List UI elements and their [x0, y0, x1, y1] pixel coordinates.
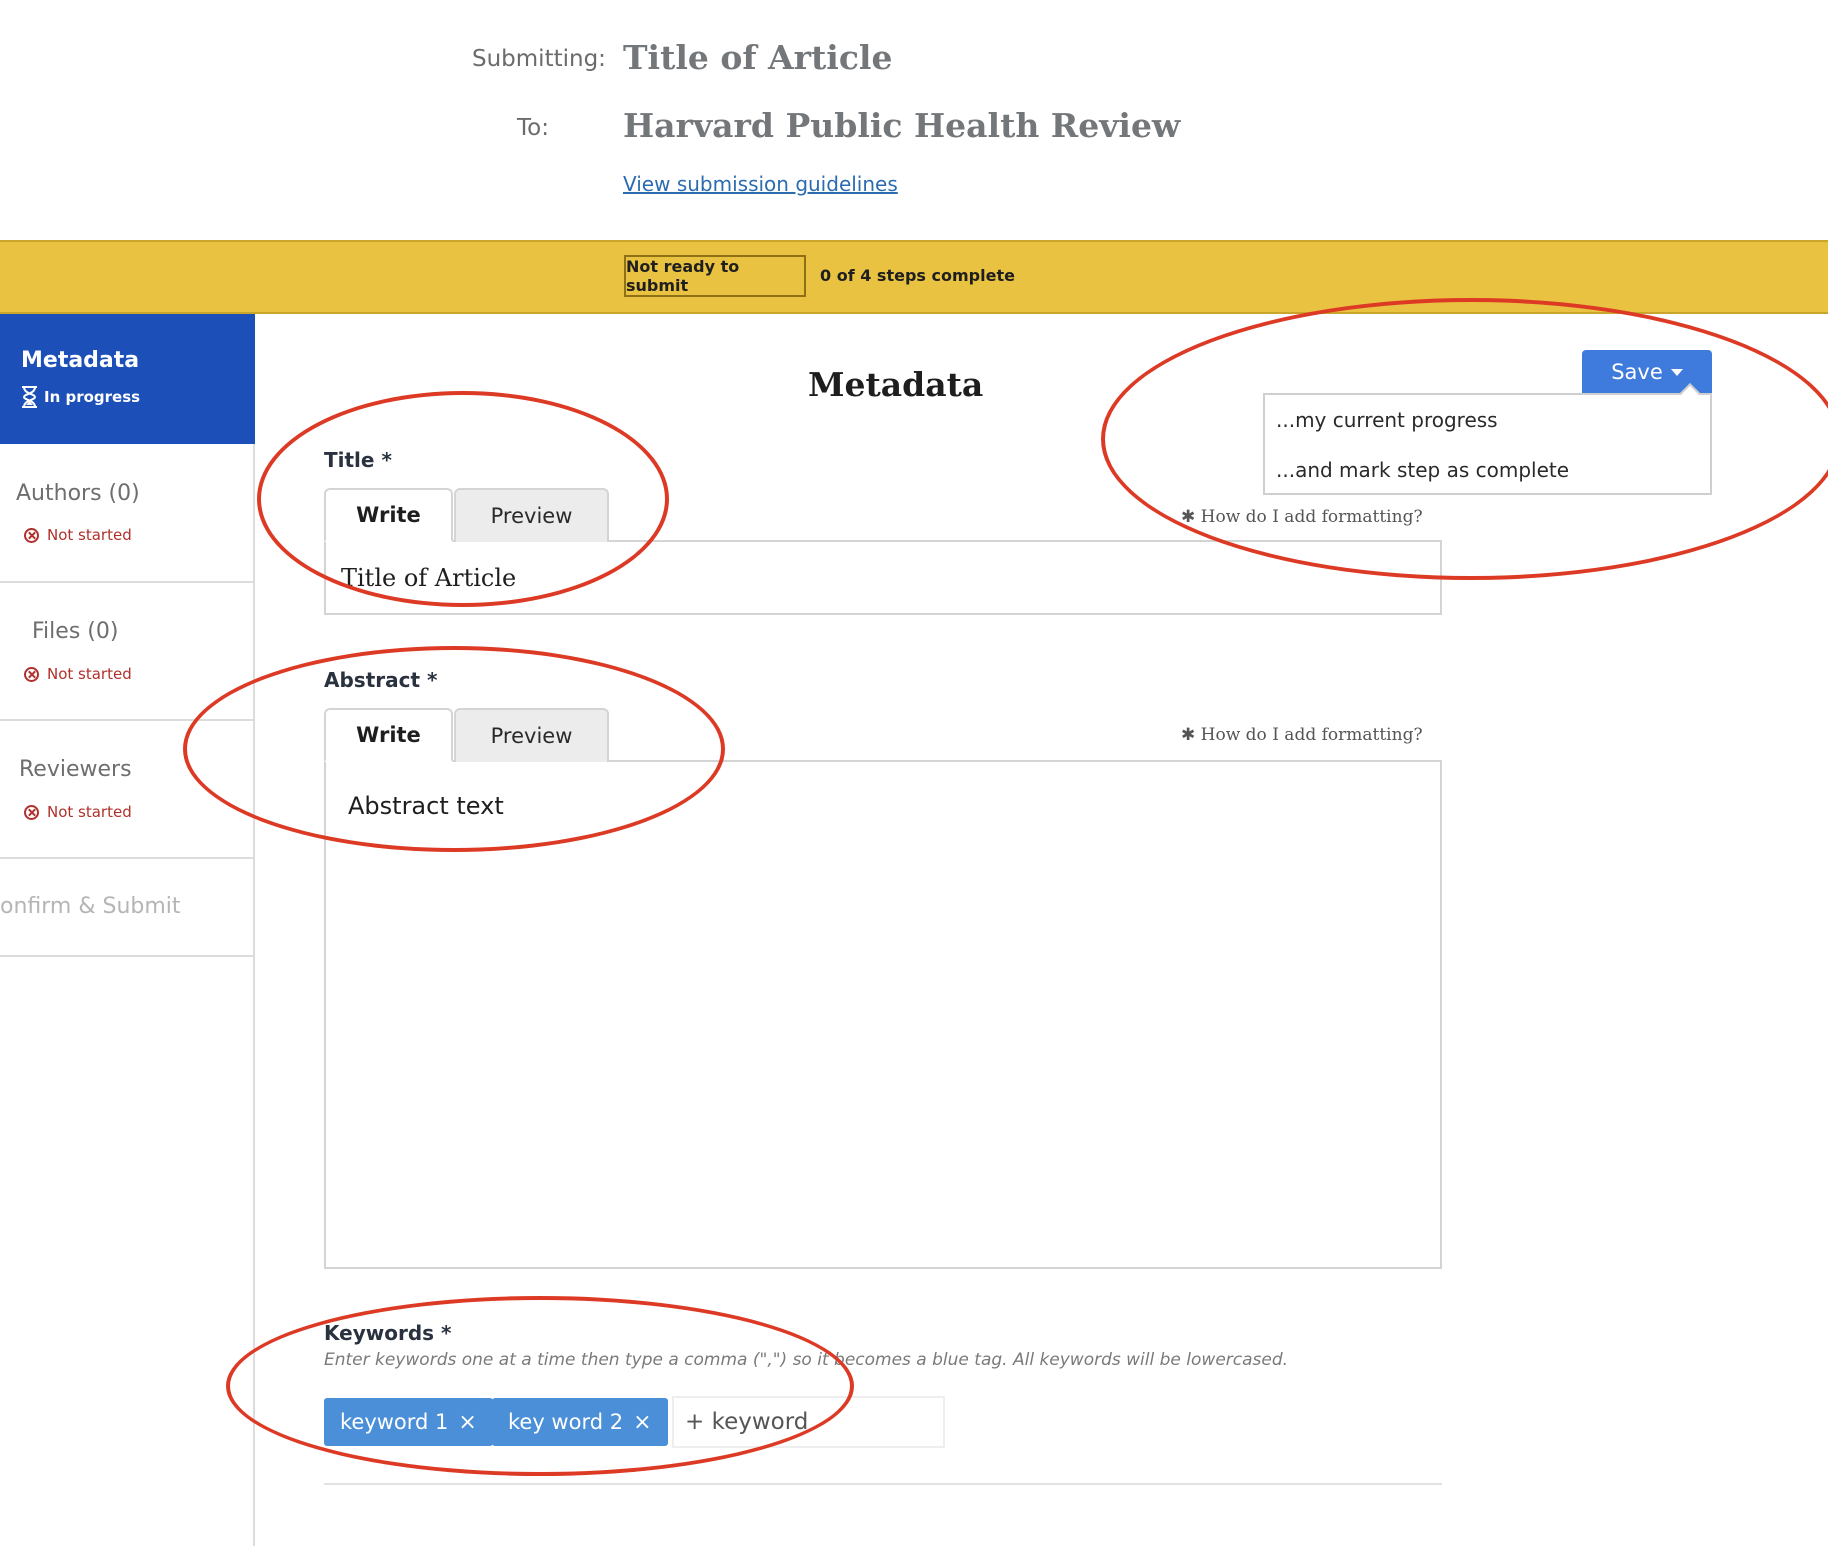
formatting-help-link[interactable]: ✱ How do I add formatting?: [1181, 507, 1423, 527]
not-started-icon: [24, 666, 39, 682]
sidebar-item-status: Not started: [24, 526, 132, 544]
to-label: To:: [517, 115, 549, 141]
keyword-tag-label: key word 2: [508, 1410, 624, 1434]
asterisk-icon: ✱: [1181, 507, 1201, 527]
asterisk-icon: ✱: [1181, 725, 1201, 745]
keyword-tag-label: keyword 1: [340, 1410, 449, 1434]
sidebar-item-metadata[interactable]: Metadata In progress: [0, 314, 255, 444]
sidebar-item-confirm-submit[interactable]: onfirm & Submit: [0, 859, 255, 957]
title-input[interactable]: Title of Article: [324, 540, 1442, 615]
tab-title-preview[interactable]: Preview: [454, 488, 609, 542]
keyword-tag: keyword 1 ×: [324, 1398, 493, 1446]
tab-abstract-preview[interactable]: Preview: [454, 708, 609, 762]
sidebar-status-text: Not started: [47, 665, 132, 683]
abstract-textarea[interactable]: Abstract text: [324, 760, 1442, 1269]
keywords-hint: Enter keywords one at a time then type a…: [324, 1350, 1289, 1370]
sidebar-item-label: Metadata: [21, 348, 140, 373]
sidebar-item-files[interactable]: Files (0) Not started: [0, 583, 255, 721]
steps-progress-text: 0 of 4 steps complete: [820, 266, 1015, 285]
view-guidelines-link[interactable]: View submission guidelines: [623, 172, 898, 196]
save-progress-option[interactable]: ...my current progress: [1276, 408, 1498, 432]
divider: [324, 1483, 1442, 1485]
journal-name-heading: Harvard Public Health Review: [623, 106, 1181, 145]
title-field-label: Title *: [324, 448, 392, 472]
keyword-input[interactable]: + keyword: [672, 1396, 945, 1448]
remove-tag-icon[interactable]: ×: [458, 1410, 476, 1435]
page-title: Metadata: [808, 365, 984, 404]
steps-sidebar: Metadata In progress Authors (0) Not sta…: [0, 314, 255, 1546]
formatting-help-link[interactable]: ✱ How do I add formatting?: [1181, 725, 1423, 745]
keywords-field-label: Keywords *: [324, 1321, 452, 1345]
hourglass-icon: [22, 386, 37, 408]
sidebar-item-status: In progress: [21, 386, 140, 408]
sidebar-item-status: Not started: [24, 665, 132, 683]
not-started-icon: [24, 804, 39, 820]
sidebar-item-authors[interactable]: Authors (0) Not started: [0, 444, 255, 583]
title-input-value: Title of Article: [341, 564, 517, 592]
sidebar-item-label: Files (0): [32, 619, 119, 644]
not-started-icon: [24, 527, 39, 543]
sidebar-item-label: Reviewers: [19, 757, 132, 782]
sidebar-status-text: Not started: [47, 526, 132, 544]
save-button-label: Save: [1611, 360, 1663, 384]
caret-down-icon: [1670, 368, 1683, 376]
formatting-help-text: How do I add formatting?: [1200, 507, 1423, 527]
keyword-tag: key word 2 ×: [492, 1398, 668, 1446]
remove-tag-icon[interactable]: ×: [633, 1410, 651, 1435]
annotation-ellipse: [226, 1296, 854, 1476]
save-complete-option[interactable]: ...and mark step as complete: [1276, 458, 1569, 482]
sidebar-status-text: Not started: [47, 803, 132, 821]
submitting-label: Submitting:: [472, 46, 606, 72]
sidebar-item-label: Authors (0): [16, 481, 140, 506]
tab-abstract-write[interactable]: Write: [324, 708, 453, 762]
tab-title-write[interactable]: Write: [324, 488, 453, 542]
sidebar-item-status: Not started: [24, 803, 132, 821]
sidebar-item-label: onfirm & Submit: [0, 894, 181, 919]
sidebar-status-text: In progress: [44, 388, 141, 406]
formatting-help-text: How do I add formatting?: [1200, 725, 1423, 745]
article-title-heading: Title of Article: [623, 38, 893, 77]
status-badge: Not ready to submit: [624, 255, 806, 297]
abstract-textarea-value: Abstract text: [348, 792, 504, 820]
sidebar-item-reviewers[interactable]: Reviewers Not started: [0, 721, 255, 859]
save-dropdown-menu: ...my current progress ...and mark step …: [1263, 383, 1712, 495]
abstract-field-label: Abstract *: [324, 668, 438, 692]
